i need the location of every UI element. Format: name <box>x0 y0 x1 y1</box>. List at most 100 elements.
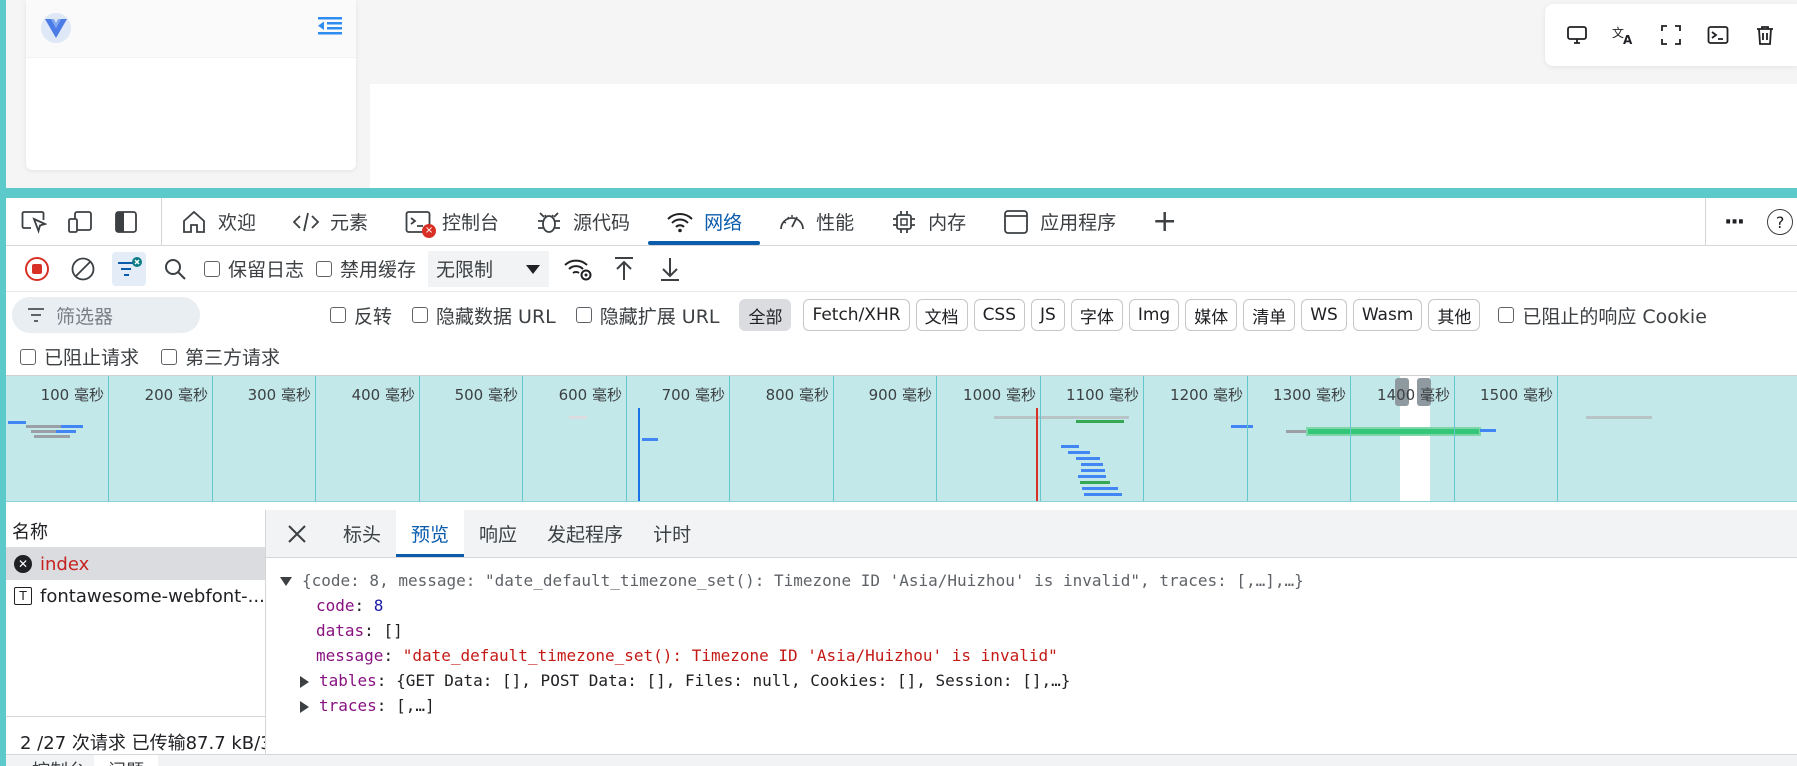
overview-bar <box>1480 429 1496 432</box>
import-har-icon[interactable] <box>607 252 641 286</box>
monitor-icon[interactable] <box>1562 20 1592 50</box>
blocked-requests-checkbox[interactable]: 已阻止请求 <box>20 343 139 370</box>
device-emulation-icon[interactable] <box>62 204 98 240</box>
checkbox-box[interactable] <box>1498 307 1515 323</box>
devtools-tabbar: 欢迎 元素 × 控制台 源代码 网络 性能 内存 应用程序 + ··· ? <box>6 198 1797 246</box>
checkbox-box[interactable] <box>412 307 429 323</box>
filter-placeholder: 筛选器 <box>56 305 114 328</box>
tab-timing[interactable]: 计时 <box>638 510 706 557</box>
chip-doc[interactable]: 文档 <box>915 299 968 331</box>
tab-network[interactable]: 网络 <box>648 198 761 245</box>
checkbox-box[interactable] <box>161 348 178 365</box>
json-root-row[interactable]: {code: 8, message: "date_default_timezon… <box>280 568 1783 593</box>
chip-other[interactable]: 其他 <box>1428 299 1481 331</box>
overview-tick-label: 500 毫秒 <box>454 386 518 404</box>
fullscreen-icon[interactable] <box>1656 20 1686 50</box>
request-detail: 标头 预览 响应 发起程序 计时 {code: 8, message: "dat… <box>266 510 1797 766</box>
trash-icon[interactable] <box>1750 20 1780 50</box>
tab-console[interactable]: × 控制台 <box>386 198 517 245</box>
hide-data-url-label: 隐藏数据 URL <box>436 305 556 328</box>
tab-response[interactable]: 响应 <box>464 510 532 557</box>
tab-label: 源代码 <box>573 212 631 234</box>
preserve-log-checkbox[interactable]: 保留日志 <box>204 255 304 282</box>
overview-tick-label: 400 毫秒 <box>351 386 415 404</box>
json-field-tables[interactable]: tables: {GET Data: [], POST Data: [], Fi… <box>280 668 1783 693</box>
tab-welcome[interactable]: 欢迎 <box>162 198 274 245</box>
inspect-element-icon[interactable] <box>16 204 52 240</box>
json-field-traces[interactable]: traces: [,…] <box>280 693 1783 718</box>
tabbar-right: ··· ? <box>1705 198 1797 246</box>
export-har-icon[interactable] <box>653 252 687 286</box>
json-preview: {code: 8, message: "date_default_timezon… <box>266 558 1797 728</box>
third-party-label: 第三方请求 <box>185 347 281 369</box>
request-list-header[interactable]: 名称 <box>6 510 265 548</box>
tab-application[interactable]: 应用程序 <box>984 198 1134 245</box>
chip-js[interactable]: JS <box>1031 299 1065 331</box>
checkbox-box[interactable] <box>575 307 592 323</box>
chip-font[interactable]: 字体 <box>1070 299 1123 331</box>
chip-icon <box>890 208 918 236</box>
overview-bar <box>642 438 658 441</box>
collapse-triangle-icon[interactable] <box>280 577 292 586</box>
network-toolbar: 保留日志 禁用缓存 无限制 <box>6 246 1797 292</box>
chip-img[interactable]: Img <box>1128 299 1180 331</box>
more-tools-icon[interactable]: ··· <box>1724 210 1745 235</box>
home-icon <box>180 208 208 236</box>
overview-tick-label: 100 毫秒 <box>40 386 104 404</box>
network-overview-timeline[interactable]: 100 毫秒 200 毫秒 300 毫秒 400 毫秒 500 毫秒 600 毫秒 700 … <box>6 376 1797 502</box>
sidebar-toggle-icon[interactable] <box>108 204 144 240</box>
console-icon: × <box>404 208 437 238</box>
hide-ext-url-checkbox[interactable]: 隐藏扩展 URL <box>575 302 719 329</box>
tab-preview[interactable]: 预览 <box>396 510 465 557</box>
chip-media[interactable]: 媒体 <box>1185 299 1238 331</box>
chip-manifest[interactable]: 清单 <box>1243 299 1296 331</box>
filter-toggle-icon[interactable] <box>112 251 146 286</box>
chip-ws[interactable]: WS <box>1301 299 1347 331</box>
network-conditions-icon[interactable] <box>561 252 595 286</box>
tab-label: 应用程序 <box>1040 212 1117 234</box>
checkbox-box[interactable] <box>330 307 346 323</box>
bug-icon <box>535 208 563 236</box>
request-row-font[interactable]: T fontawesome-webfont-... <box>6 580 265 612</box>
drawer-tab-console[interactable]: 控制台 <box>32 757 86 766</box>
expand-triangle-icon[interactable] <box>300 675 309 688</box>
throttle-select[interactable]: 无限制 <box>428 250 550 287</box>
tab-memory[interactable]: 内存 <box>872 198 984 245</box>
add-tab-button[interactable]: + <box>1134 198 1195 245</box>
vue-logo-icon[interactable] <box>40 12 72 44</box>
overview-bar <box>1084 493 1122 496</box>
tab-performance[interactable]: 性能 <box>760 198 872 245</box>
chip-all[interactable]: 全部 <box>739 299 792 331</box>
checkbox-box[interactable] <box>204 260 220 277</box>
invert-checkbox[interactable]: 反转 <box>330 302 392 329</box>
disable-cache-checkbox[interactable]: 禁用缓存 <box>316 255 416 282</box>
drawer-tab-issues[interactable]: 问题 <box>94 755 158 766</box>
menu-collapse-icon[interactable] <box>318 16 342 36</box>
filter-input[interactable]: 筛选器 <box>12 297 200 333</box>
record-stop-icon[interactable] <box>20 252 54 286</box>
json-value: [] <box>383 621 403 640</box>
chip-css[interactable]: CSS <box>973 299 1026 331</box>
overview-bar <box>1231 425 1253 428</box>
terminal-icon[interactable] <box>1703 20 1733 50</box>
tab-elements[interactable]: 元素 <box>274 198 386 245</box>
translate-icon[interactable]: 文A <box>1609 20 1639 50</box>
blocked-cookies-checkbox[interactable]: 已阻止的响应 Cookie <box>1498 302 1707 329</box>
chip-wasm[interactable]: Wasm <box>1352 299 1423 331</box>
checkbox-box[interactable] <box>20 348 36 365</box>
close-detail-button[interactable] <box>266 510 328 557</box>
tab-sources[interactable]: 源代码 <box>517 198 648 245</box>
hide-data-url-checkbox[interactable]: 隐藏数据 URL <box>412 302 556 329</box>
help-icon[interactable]: ? <box>1767 209 1794 235</box>
request-row-index[interactable]: ✕ index <box>6 548 265 580</box>
clear-icon[interactable] <box>66 252 100 286</box>
expand-triangle-icon[interactable] <box>300 700 309 713</box>
search-icon[interactable] <box>158 252 192 286</box>
third-party-checkbox[interactable]: 第三方请求 <box>161 343 280 370</box>
checkbox-box[interactable] <box>316 260 333 277</box>
tab-label: 控制台 <box>442 212 500 234</box>
overview-bar <box>1586 416 1652 419</box>
tab-initiator[interactable]: 发起程序 <box>532 510 638 557</box>
tab-headers[interactable]: 标头 <box>328 510 396 557</box>
chip-fetch-xhr[interactable]: Fetch/XHR <box>803 299 910 331</box>
